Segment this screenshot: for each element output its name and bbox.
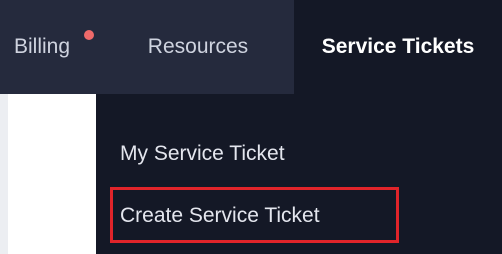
top-nav-bar: Billing Resources Service Tickets: [0, 0, 502, 94]
nav-service-tickets[interactable]: Service Tickets: [294, 0, 502, 94]
nav-resources[interactable]: Resources: [102, 0, 294, 94]
menu-item-create-service-ticket[interactable]: Create Service Ticket: [120, 204, 320, 228]
nav-resources-label: Resources: [147, 35, 249, 58]
menu-item-my-service-ticket[interactable]: My Service Ticket: [120, 142, 285, 166]
page-edge-strip: [0, 94, 8, 254]
page-background: [0, 94, 96, 254]
nav-billing-label: Billing: [14, 35, 71, 58]
notification-dot-icon: [84, 30, 94, 40]
service-tickets-dropdown-menu: My Service Ticket Create Service Ticket: [96, 94, 502, 254]
nav-service-tickets-label: Service Tickets: [321, 35, 475, 58]
nav-billing[interactable]: Billing: [0, 0, 102, 94]
